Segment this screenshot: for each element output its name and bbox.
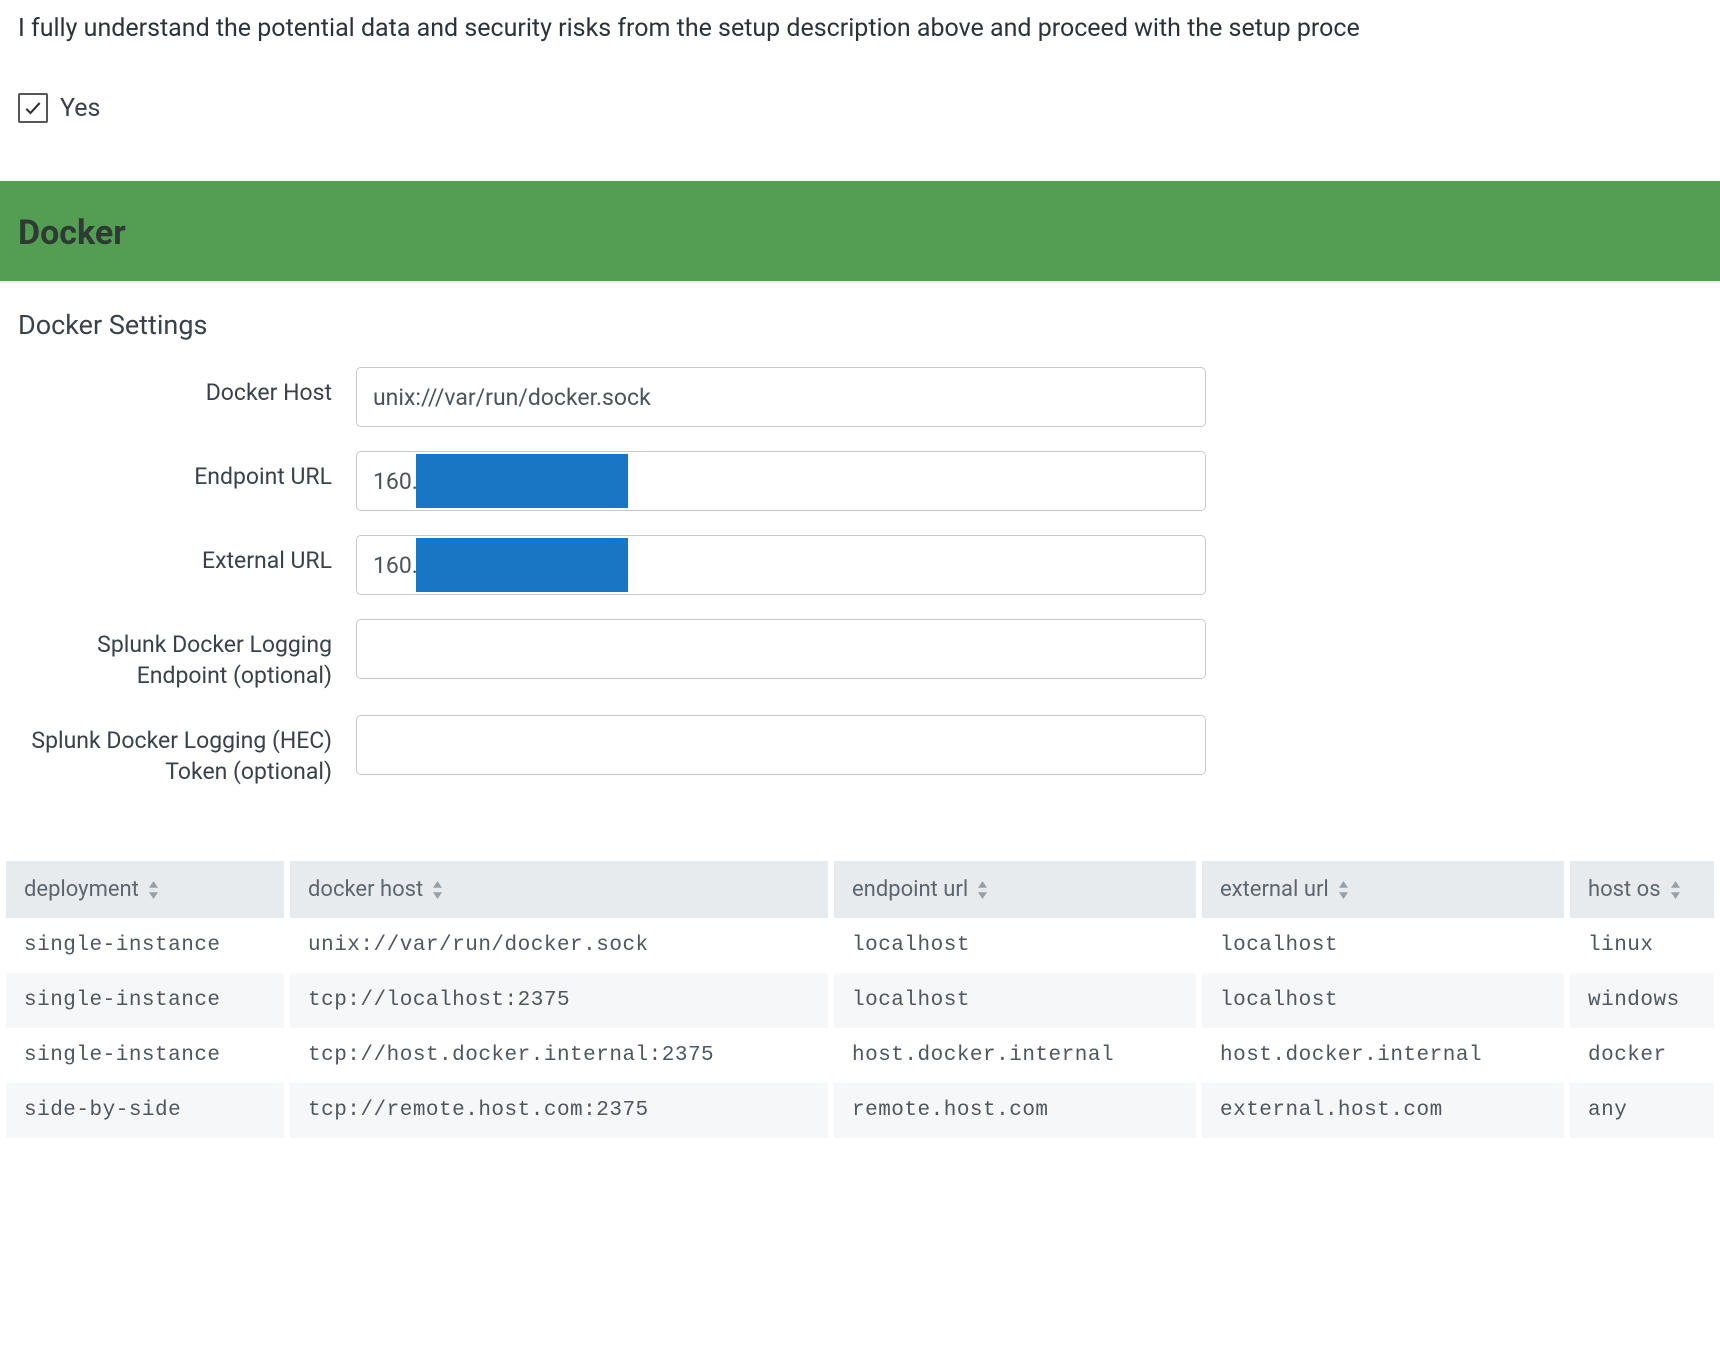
col-label-host-os: host os [1588,877,1661,902]
col-external-url[interactable]: external url [1202,861,1564,918]
consent-checkbox-label: Yes [60,94,100,123]
input-endpoint-url[interactable] [356,451,1206,511]
cell-host-os: any [1570,1083,1714,1138]
cell-docker-host: tcp://host.docker.internal:2375 [290,1028,828,1083]
cell-deployment: single-instance [6,1028,284,1083]
cell-external-url: localhost [1202,973,1564,1028]
sort-icon [1337,881,1350,899]
col-endpoint-url[interactable]: endpoint url [834,861,1196,918]
table-body: single-instance unix://var/run/docker.so… [6,918,1714,1138]
examples-table: deployment docker host endpoint url exte… [0,861,1720,1138]
cell-endpoint-url: remote.host.com [834,1083,1196,1138]
cell-host-os: linux [1570,918,1714,973]
input-external-url[interactable] [356,535,1206,595]
label-splunk-token: Splunk Docker Logging (HEC) Token (optio… [18,715,356,787]
sort-icon [431,881,444,899]
consent-text: I fully understand the potential data an… [0,0,1720,43]
sort-icon [147,881,160,899]
col-label-deployment: deployment [24,877,139,902]
consent-checkbox-row: Yes [0,43,1720,181]
cell-docker-host: unix://var/run/docker.sock [290,918,828,973]
sort-icon [976,881,989,899]
consent-checkbox[interactable] [18,93,48,123]
col-docker-host[interactable]: docker host [290,861,828,918]
settings-title: Docker Settings [18,309,1702,341]
table-row: single-instance tcp://host.docker.intern… [6,1028,1714,1083]
cell-external-url: external.host.com [1202,1083,1564,1138]
col-host-os[interactable]: host os [1570,861,1714,918]
cell-external-url: host.docker.internal [1202,1028,1564,1083]
examples-table-wrap: deployment docker host endpoint url exte… [0,861,1720,1138]
cell-endpoint-url: host.docker.internal [834,1028,1196,1083]
input-splunk-endpoint[interactable] [356,619,1206,679]
cell-endpoint-url: localhost [834,918,1196,973]
label-splunk-endpoint: Splunk Docker Logging Endpoint (optional… [18,619,356,691]
input-splunk-token[interactable] [356,715,1206,775]
field-docker-host: Docker Host [18,367,1702,427]
col-label-docker-host: docker host [308,877,423,902]
cell-host-os: windows [1570,973,1714,1028]
field-splunk-token: Splunk Docker Logging (HEC) Token (optio… [18,715,1702,787]
sort-icon [1669,881,1682,899]
cell-deployment: side-by-side [6,1083,284,1138]
cell-host-os: docker [1570,1028,1714,1083]
cell-deployment: single-instance [6,973,284,1028]
field-splunk-endpoint: Splunk Docker Logging Endpoint (optional… [18,619,1702,691]
table-row: single-instance unix://var/run/docker.so… [6,918,1714,973]
label-external-url: External URL [18,535,356,576]
col-deployment[interactable]: deployment [6,861,284,918]
field-endpoint-url: Endpoint URL [18,451,1702,511]
cell-docker-host: tcp://remote.host.com:2375 [290,1083,828,1138]
section-title: Docker [18,213,1702,253]
label-endpoint-url: Endpoint URL [18,451,356,492]
col-label-external-url: external url [1220,877,1329,902]
checkmark-icon [23,98,43,118]
col-label-endpoint-url: endpoint url [852,877,968,902]
section-header-docker: Docker [0,181,1720,283]
field-external-url: External URL [18,535,1702,595]
cell-deployment: single-instance [6,918,284,973]
cell-endpoint-url: localhost [834,973,1196,1028]
label-docker-host: Docker Host [18,367,356,408]
table-row: side-by-side tcp://remote.host.com:2375 … [6,1083,1714,1138]
table-row: single-instance tcp://localhost:2375 loc… [6,973,1714,1028]
cell-docker-host: tcp://localhost:2375 [290,973,828,1028]
docker-settings-block: Docker Settings Docker Host Endpoint URL… [0,283,1720,831]
input-docker-host[interactable] [356,367,1206,427]
cell-external-url: localhost [1202,918,1564,973]
